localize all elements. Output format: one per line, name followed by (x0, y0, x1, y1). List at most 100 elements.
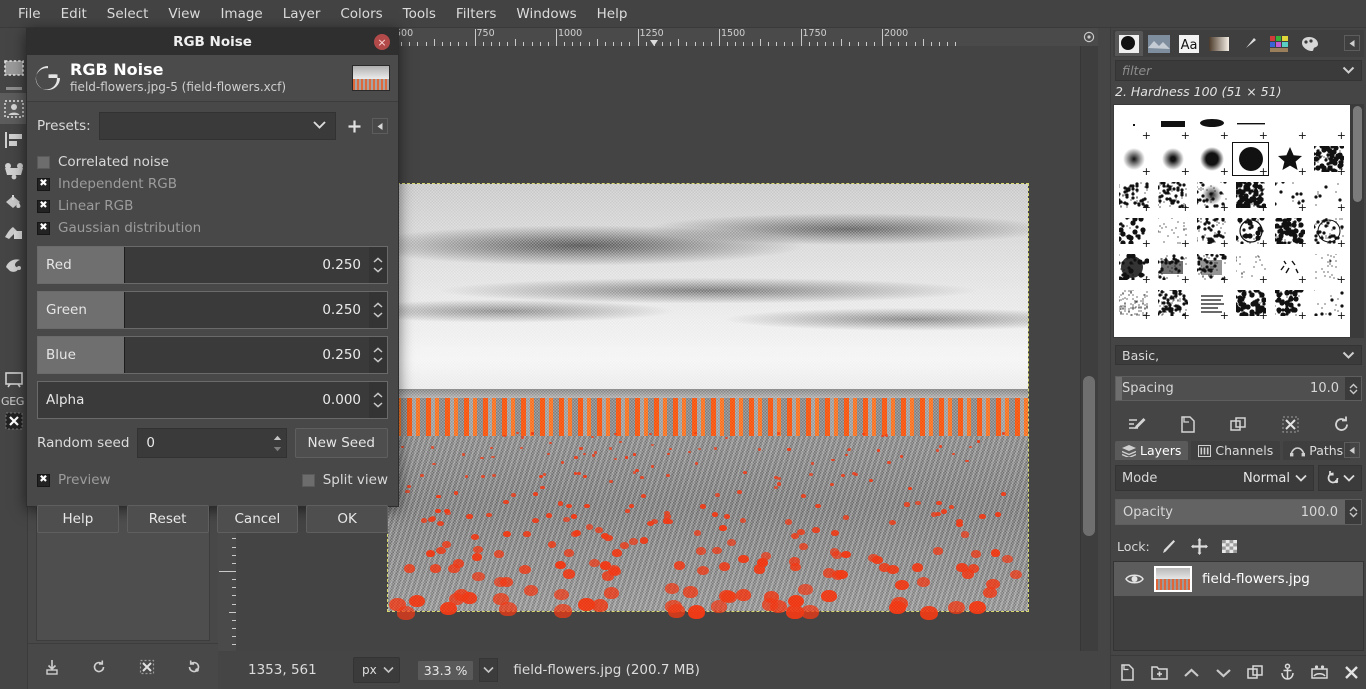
dialog-titlebar[interactable]: RGB Noise × (27, 29, 398, 55)
close-icon[interactable]: × (374, 34, 390, 50)
brush-dots-01[interactable]: + (1231, 249, 1270, 285)
brush-bubbles[interactable]: + (1231, 213, 1270, 249)
tab-layers[interactable]: Layers (1115, 441, 1189, 460)
brush-grit-01[interactable]: + (1114, 213, 1153, 249)
brush-empty-01[interactable]: + (1270, 105, 1309, 141)
brush-hatch[interactable]: + (1192, 285, 1231, 321)
brush-dots-02[interactable]: + (1309, 249, 1348, 285)
duplicate-layer-icon[interactable] (1245, 663, 1265, 683)
eraser-tool[interactable] (0, 217, 28, 248)
layer-visibility-icon[interactable] (1124, 569, 1144, 589)
brush-dashes[interactable]: + (1270, 249, 1309, 285)
restore-tool-options-icon[interactable] (89, 657, 109, 677)
tab-fonts[interactable]: Aa (1175, 31, 1203, 56)
new-seed-button[interactable]: New Seed (294, 428, 388, 458)
brush-cell-01[interactable]: + (1192, 177, 1231, 213)
tab-channels[interactable]: Channels (1191, 441, 1281, 460)
brush-cloud-01[interactable]: + (1231, 285, 1270, 321)
random-seed-stepper[interactable] (268, 429, 286, 457)
brush-acrylic[interactable]: + (1309, 141, 1348, 177)
reset-button[interactable]: Reset (126, 505, 209, 533)
spacing-slider[interactable]: Spacing 10.0 (1115, 376, 1362, 401)
brush-splat-02[interactable]: + (1153, 249, 1192, 285)
zoom-selector[interactable]: 33.3 % (410, 657, 504, 683)
layer-blend-space-button[interactable] (1318, 465, 1362, 491)
slider-red[interactable]: Red 0.250 (37, 246, 388, 284)
menu-layer[interactable]: Layer (273, 3, 331, 25)
edit-brush-icon[interactable] (1127, 414, 1147, 434)
image-window-icon[interactable] (0, 364, 28, 395)
checkbox-correlated-noise[interactable]: Correlated noise (37, 151, 388, 173)
anchor-layer-icon[interactable] (1277, 663, 1297, 683)
presets-combo[interactable] (98, 112, 336, 140)
new-brush-icon[interactable] (1178, 414, 1198, 434)
preview-checkbox[interactable]: ✖ Preview (37, 469, 111, 491)
help-button[interactable]: Help (37, 505, 119, 533)
brush-hardness-075[interactable]: + (1192, 141, 1231, 177)
smudge-tool[interactable] (0, 248, 28, 279)
menu-colors[interactable]: Colors (330, 3, 392, 25)
opacity-stepper[interactable] (1345, 500, 1361, 524)
transform-tool[interactable] (0, 155, 28, 186)
raise-layer-icon[interactable] (1181, 663, 1201, 683)
brush-hardness-025[interactable]: + (1114, 141, 1153, 177)
align-tool[interactable] (0, 124, 28, 155)
brush-splat-01[interactable]: + (1114, 249, 1153, 285)
brush-pixel[interactable]: + (1114, 105, 1153, 141)
delete-tool-options-icon[interactable] (137, 657, 157, 677)
random-seed-input[interactable]: 0 (137, 428, 287, 458)
brush-grid-scrollbar[interactable] (1351, 104, 1364, 338)
brush-bristles-01[interactable]: + (1114, 177, 1153, 213)
slider-stepper[interactable] (369, 382, 387, 418)
lower-layer-icon[interactable] (1213, 663, 1233, 683)
tab-brushes[interactable] (1115, 31, 1143, 56)
menu-help[interactable]: Help (587, 3, 638, 25)
tab-patterns[interactable] (1145, 31, 1173, 56)
preset-menu-icon[interactable] (372, 118, 388, 134)
brush-star[interactable]: + (1270, 141, 1309, 177)
split-view-checkbox[interactable]: Split view (301, 472, 388, 488)
brush-sparse-01[interactable]: + (1270, 177, 1309, 213)
slider-stepper[interactable] (369, 247, 387, 283)
slider-stepper[interactable] (369, 292, 387, 328)
spacing-stepper[interactable] (1345, 377, 1361, 400)
tab-paint-dynamics[interactable] (1235, 31, 1263, 56)
layer-dock-menu-icon[interactable] (1344, 442, 1360, 458)
chevron-down-icon[interactable] (1342, 63, 1355, 78)
brush-line-01[interactable]: + (1231, 105, 1270, 141)
rgb-noise-dialog[interactable]: RGB Noise × RGB Noise field-flowers.jpg-… (26, 28, 399, 533)
tab-paths[interactable]: Paths (1283, 441, 1351, 460)
layer-mode-selector[interactable]: Mode Normal (1115, 465, 1314, 491)
lock-alpha-icon[interactable] (1220, 536, 1240, 556)
layer-row[interactable]: field-flowers.jpg (1114, 562, 1363, 596)
add-preset-icon[interactable] (344, 116, 364, 136)
refresh-brushes-icon[interactable] (1331, 414, 1351, 434)
checkbox-independent-rgb[interactable]: ✖ Independent RGB (37, 173, 388, 195)
menu-windows[interactable]: Windows (506, 3, 586, 25)
brush-splat-03[interactable]: + (1192, 249, 1231, 285)
brush-grain-02[interactable]: + (1153, 285, 1192, 321)
dock-menu-icon[interactable] (1344, 35, 1360, 51)
delete-layer-icon[interactable] (1341, 663, 1361, 683)
save-tool-options-icon[interactable] (42, 657, 62, 677)
menu-filters[interactable]: Filters (446, 3, 506, 25)
brush-hardness-050[interactable]: + (1153, 141, 1192, 177)
layer-list[interactable]: field-flowers.jpg (1113, 561, 1364, 651)
ok-button[interactable]: OK (306, 505, 388, 533)
slider-stepper[interactable] (369, 337, 387, 373)
tab-gradients[interactable] (1205, 31, 1233, 56)
duplicate-brush-icon[interactable] (1229, 414, 1249, 434)
image-canvas[interactable] (387, 183, 1029, 621)
cancel-button[interactable]: Cancel (216, 505, 299, 533)
brush-sparse-03[interactable]: + (1309, 285, 1348, 321)
lock-pixels-icon[interactable] (1160, 536, 1180, 556)
brush-grid[interactable]: + + + + + + + + + + + + + + + + + + + + + + + + + + + + + + + + + + + + (1113, 104, 1351, 338)
brush-hardness-100[interactable]: + (1231, 141, 1270, 177)
tab-colors[interactable] (1295, 31, 1323, 56)
brush-block-02[interactable]: + (1192, 105, 1231, 141)
new-layer-icon[interactable] (1117, 663, 1137, 683)
brush-tag-selector[interactable]: Basic, (1115, 345, 1362, 365)
tab-palettes[interactable] (1265, 31, 1293, 56)
lock-position-icon[interactable] (1190, 536, 1210, 556)
brush-filter-input[interactable]: filter (1115, 60, 1362, 81)
